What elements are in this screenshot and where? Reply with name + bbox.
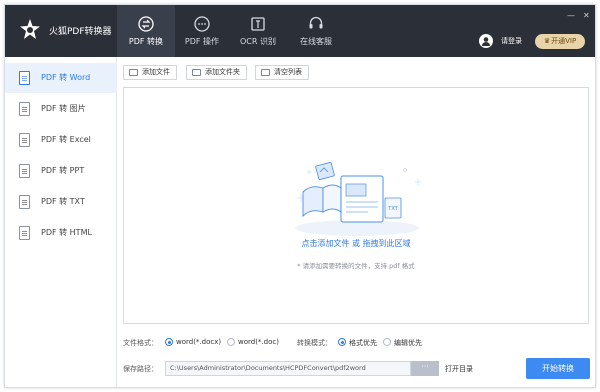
- tab-pdf-operate[interactable]: PDF 操作: [173, 5, 231, 57]
- tab-online-service-label: 在线客服: [300, 37, 332, 46]
- app-logo-icon: [20, 19, 40, 39]
- sidebar-item-pdf-to-html[interactable]: PDF 转 HTML: [5, 218, 117, 248]
- tab-pdf-operate-label: PDF 操作: [184, 37, 220, 46]
- mode-edit-first-radio[interactable]: [383, 338, 391, 346]
- clear-list-button[interactable]: 清空列表: [255, 65, 309, 80]
- format-docx-radio[interactable]: [165, 338, 173, 346]
- sidebar-item-pdf-to-ppt[interactable]: PDF 转 PPT: [5, 156, 117, 186]
- drop-main-text[interactable]: 点击添加文件 或 拖拽到此区域: [124, 238, 588, 249]
- tab-online-service[interactable]: 在线客服: [287, 5, 345, 57]
- drop-hint-text: * 请添加需要转换的文件，支持 pdf 格式: [297, 262, 415, 270]
- open-directory-link[interactable]: 打开目录: [445, 364, 473, 374]
- convert-mode-label: 转换模式：: [297, 339, 332, 347]
- sidebar: PDF 转 Word PDF 转 图片 PDF 转 Excel PDF 转 PP…: [5, 57, 117, 387]
- sidebar-item-pdf-to-txt[interactable]: PDF 转 TXT: [5, 187, 117, 217]
- sidebar-item-label: PDF 转 图片: [41, 104, 86, 113]
- tab-pdf-convert-label: PDF 转换: [128, 37, 164, 46]
- folder-icon: [192, 69, 201, 76]
- scan-icon: [251, 17, 265, 31]
- document-icon: [19, 164, 30, 178]
- clear-list-label: 清空列表: [274, 68, 302, 76]
- file-format-label: 文件格式：: [123, 339, 158, 347]
- convert-icon: [138, 16, 154, 32]
- file-drop-illustration: TXT: [295, 161, 421, 236]
- close-icon[interactable]: ✕: [583, 11, 590, 21]
- format-doc-radio[interactable]: [227, 338, 235, 346]
- user-icon: [482, 37, 490, 46]
- add-file-button[interactable]: 添加文件: [123, 65, 177, 80]
- minimize-icon[interactable]: —: [567, 11, 575, 21]
- tab-ocr[interactable]: OCR 识别: [229, 5, 287, 57]
- mode-format-first-radio[interactable]: [338, 338, 346, 346]
- browse-button[interactable]: ···: [411, 361, 439, 376]
- tab-pdf-convert[interactable]: PDF 转换: [117, 5, 175, 57]
- document-icon: [19, 102, 30, 116]
- avatar[interactable]: [479, 34, 493, 48]
- crown-icon: ♛: [543, 37, 551, 45]
- document-icon: [19, 71, 30, 85]
- sidebar-item-pdf-to-image[interactable]: PDF 转 图片: [5, 94, 117, 124]
- document-icon: [19, 133, 30, 147]
- tab-ocr-label: OCR 识别: [240, 37, 276, 46]
- save-path-label: 保存路径：: [123, 365, 158, 373]
- mode-format-first-label[interactable]: 格式优先: [349, 338, 377, 348]
- sidebar-item-label: PDF 转 Word: [41, 73, 91, 82]
- document-icon: [19, 226, 30, 240]
- sidebar-item-label: PDF 转 PPT: [41, 166, 85, 175]
- open-vip-label: 开通VIP: [551, 37, 577, 45]
- open-vip-button[interactable]: ♛开通VIP: [535, 34, 585, 49]
- sidebar-item-label: PDF 转 TXT: [41, 197, 85, 206]
- chat-bubble-icon: [194, 16, 210, 32]
- add-file-icon: [129, 69, 138, 76]
- app-window: 火狐PDF转换器 PDF 转换 PDF 操作 OCR 识别 在线客服 — ✕ 请…: [4, 4, 596, 388]
- svg-text:TXT: TXT: [387, 206, 398, 212]
- mode-edit-first-label[interactable]: 编辑优先: [394, 338, 422, 348]
- sidebar-item-pdf-to-excel[interactable]: PDF 转 Excel: [5, 125, 117, 155]
- add-file-label: 添加文件: [142, 68, 170, 76]
- save-path-input[interactable]: C:\Users\Administrator\Documents\HCPDFCo…: [165, 361, 411, 376]
- add-folder-label: 添加文件夹: [205, 68, 240, 76]
- file-drop-area[interactable]: TXT 点击添加文件 或 拖拽到此区域 * 请添加需要转换的文件，支持 pdf …: [123, 87, 589, 324]
- headset-icon: [309, 16, 323, 29]
- top-bar: 火狐PDF转换器 PDF 转换 PDF 操作 OCR 识别 在线客服 — ✕ 请…: [5, 5, 595, 57]
- trash-icon: [261, 69, 270, 76]
- sidebar-item-label: PDF 转 HTML: [41, 228, 92, 237]
- format-docx-label[interactable]: word(*.docx): [176, 338, 221, 346]
- start-convert-button[interactable]: 开始转换: [526, 358, 590, 379]
- login-link[interactable]: 请登录: [501, 36, 522, 46]
- app-title: 火狐PDF转换器: [49, 27, 112, 37]
- sidebar-item-label: PDF 转 Excel: [41, 135, 91, 144]
- format-doc-label[interactable]: word(*.doc): [238, 338, 279, 346]
- add-folder-button[interactable]: 添加文件夹: [186, 65, 247, 80]
- sidebar-item-pdf-to-word[interactable]: PDF 转 Word: [5, 63, 117, 93]
- document-icon: [19, 195, 30, 209]
